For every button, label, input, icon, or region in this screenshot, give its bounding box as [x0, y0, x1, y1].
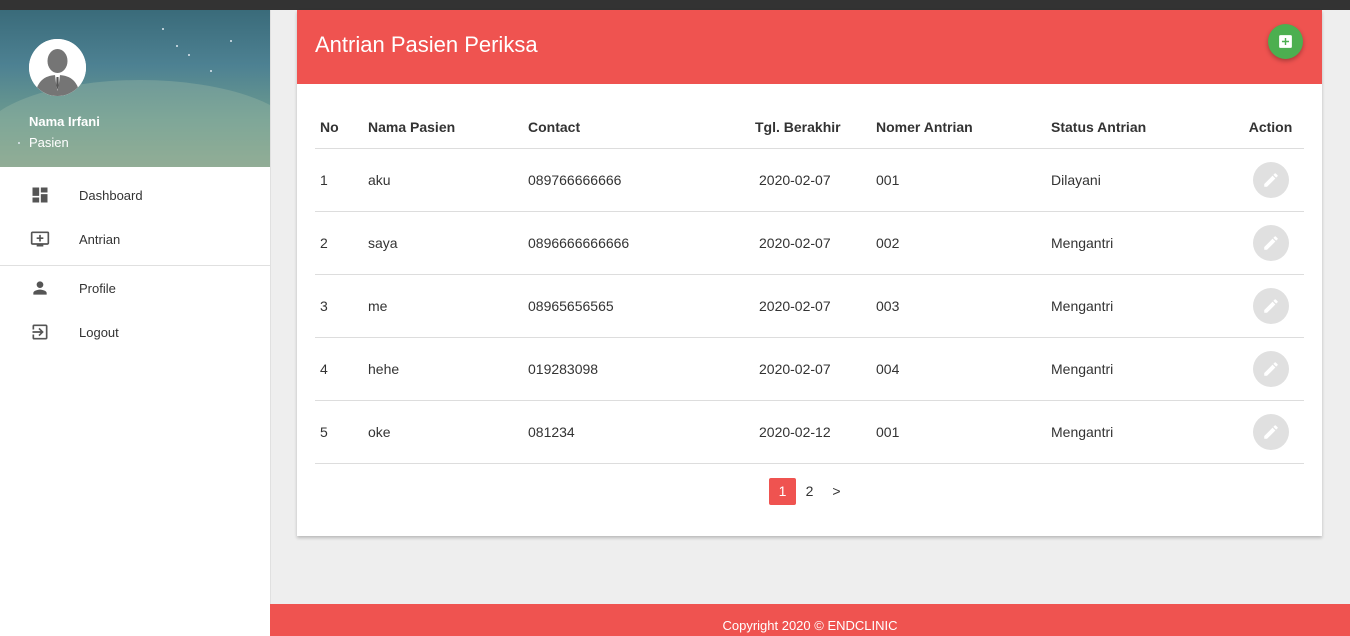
person-icon	[30, 278, 50, 298]
pencil-icon	[1263, 173, 1278, 187]
cell-status-antrian: Mengantri	[1046, 337, 1237, 401]
page-2-button[interactable]: 2	[796, 478, 823, 505]
sidebar-item-label: Antrian	[79, 231, 121, 247]
star	[230, 40, 232, 42]
column-header-contact: Contact	[523, 106, 750, 149]
next-page-button[interactable]: >	[823, 478, 850, 505]
table-row: 5 oke 081234 2020-02-12 001 Mengantri	[315, 400, 1304, 464]
sidebar-item-label: Dashboard	[79, 187, 143, 203]
pagination: 1 2 >	[769, 478, 850, 505]
cell-tgl-berakhir: 2020-02-07	[750, 148, 871, 212]
plus-box-icon	[1279, 35, 1292, 48]
cell-tgl-berakhir: 2020-02-07	[750, 211, 871, 275]
queue-card: Antrian Pasien Periksa No Nama Pasien Co…	[297, 10, 1322, 536]
top-bar	[0, 0, 1350, 10]
column-header-status-antrian: Status Antrian	[1046, 106, 1237, 149]
cell-action	[1237, 148, 1304, 212]
cell-status-antrian: Dilayani	[1046, 148, 1237, 212]
star	[188, 54, 190, 56]
dashboard-icon	[30, 185, 50, 205]
page-1-button[interactable]: 1	[769, 478, 796, 505]
table-row: 4 hehe 019283098 2020-02-07 004 Mengantr…	[315, 337, 1304, 401]
cell-status-antrian: Mengantri	[1046, 211, 1237, 275]
cell-nama-pasien: me	[363, 274, 523, 338]
cell-no: 2	[315, 211, 363, 275]
cell-nomer-antrian: 003	[871, 274, 1046, 338]
cell-action	[1237, 400, 1304, 464]
cell-contact: 08965656565	[523, 274, 750, 338]
cell-action	[1237, 211, 1304, 275]
sidebar-item-profile[interactable]: Profile	[0, 266, 270, 310]
logout-icon	[30, 322, 50, 342]
cell-nomer-antrian: 001	[871, 400, 1046, 464]
cell-contact: 089766666666	[523, 148, 750, 212]
pencil-icon	[1263, 425, 1278, 439]
edit-button[interactable]	[1252, 288, 1289, 324]
pencil-icon	[1263, 299, 1278, 313]
avatar	[29, 39, 86, 96]
table-row: 1 aku 089766666666 2020-02-07 001 Dilaya…	[315, 148, 1304, 212]
cell-contact: 019283098	[523, 337, 750, 401]
cell-no: 4	[315, 337, 363, 401]
edit-button[interactable]	[1252, 162, 1289, 198]
star	[18, 142, 20, 144]
cell-tgl-berakhir: 2020-02-12	[750, 400, 871, 464]
sidebar-item-label: Logout	[79, 324, 119, 340]
column-header-nama-pasien: Nama Pasien	[363, 106, 523, 149]
pencil-icon	[1263, 362, 1278, 376]
card-header: Antrian Pasien Periksa	[297, 10, 1322, 84]
sidebar: Nama Irfani Pasien Dashboard Antrian Pro…	[0, 10, 271, 636]
edit-button[interactable]	[1252, 225, 1289, 261]
queue-table: No Nama Pasien Contact Tgl. Berakhir Nom…	[315, 106, 1304, 464]
pencil-icon	[1263, 236, 1278, 250]
user-info-panel: Nama Irfani Pasien	[0, 10, 270, 167]
table-header-row: No Nama Pasien Contact Tgl. Berakhir Nom…	[315, 106, 1304, 149]
sidebar-item-logout[interactable]: Logout	[0, 310, 270, 354]
star	[162, 28, 164, 30]
copyright-text: Copyright 2020 © ENDCLINIC	[722, 618, 898, 633]
cell-nomer-antrian: 004	[871, 337, 1046, 401]
cell-contact: 0896666666666	[523, 211, 750, 275]
sidebar-item-dashboard[interactable]: Dashboard	[0, 173, 270, 217]
cell-tgl-berakhir: 2020-02-07	[750, 274, 871, 338]
cell-nama-pasien: hehe	[363, 337, 523, 401]
column-header-no: No	[315, 106, 363, 149]
star	[176, 45, 178, 47]
cell-nama-pasien: saya	[363, 211, 523, 275]
cell-no: 3	[315, 274, 363, 338]
cell-nama-pasien: oke	[363, 400, 523, 464]
table-row: 2 saya 0896666666666 2020-02-07 002 Meng…	[315, 211, 1304, 275]
cell-action	[1237, 337, 1304, 401]
user-role: Pasien	[29, 135, 69, 150]
add-queue-button[interactable]	[1268, 24, 1303, 59]
column-header-nomer-antrian: Nomer Antrian	[871, 106, 1046, 149]
footer: Copyright 2020 © ENDCLINIC	[270, 604, 1350, 636]
user-name: Nama Irfani	[29, 114, 100, 129]
cell-no: 1	[315, 148, 363, 212]
cell-action	[1237, 274, 1304, 338]
table-row: 3 me 08965656565 2020-02-07 003 Mengantr…	[315, 274, 1304, 338]
add-to-queue-icon	[30, 229, 50, 249]
column-header-tgl-berakhir: Tgl. Berakhir	[750, 106, 871, 149]
page-title: Antrian Pasien Periksa	[315, 32, 538, 57]
edit-button[interactable]	[1252, 351, 1289, 387]
cell-status-antrian: Mengantri	[1046, 400, 1237, 464]
cell-no: 5	[315, 400, 363, 464]
edit-button[interactable]	[1252, 414, 1289, 450]
cell-nomer-antrian: 002	[871, 211, 1046, 275]
cell-tgl-berakhir: 2020-02-07	[750, 337, 871, 401]
column-header-action: Action	[1237, 106, 1304, 149]
person-silhouette-icon	[29, 39, 86, 96]
sidebar-item-label: Profile	[79, 280, 116, 296]
sidebar-item-antrian[interactable]: Antrian	[0, 217, 270, 261]
cell-nama-pasien: aku	[363, 148, 523, 212]
cell-contact: 081234	[523, 400, 750, 464]
cell-status-antrian: Mengantri	[1046, 274, 1237, 338]
star	[210, 70, 212, 72]
sidebar-menu: Dashboard Antrian Profile Logout	[0, 173, 270, 354]
cell-nomer-antrian: 001	[871, 148, 1046, 212]
